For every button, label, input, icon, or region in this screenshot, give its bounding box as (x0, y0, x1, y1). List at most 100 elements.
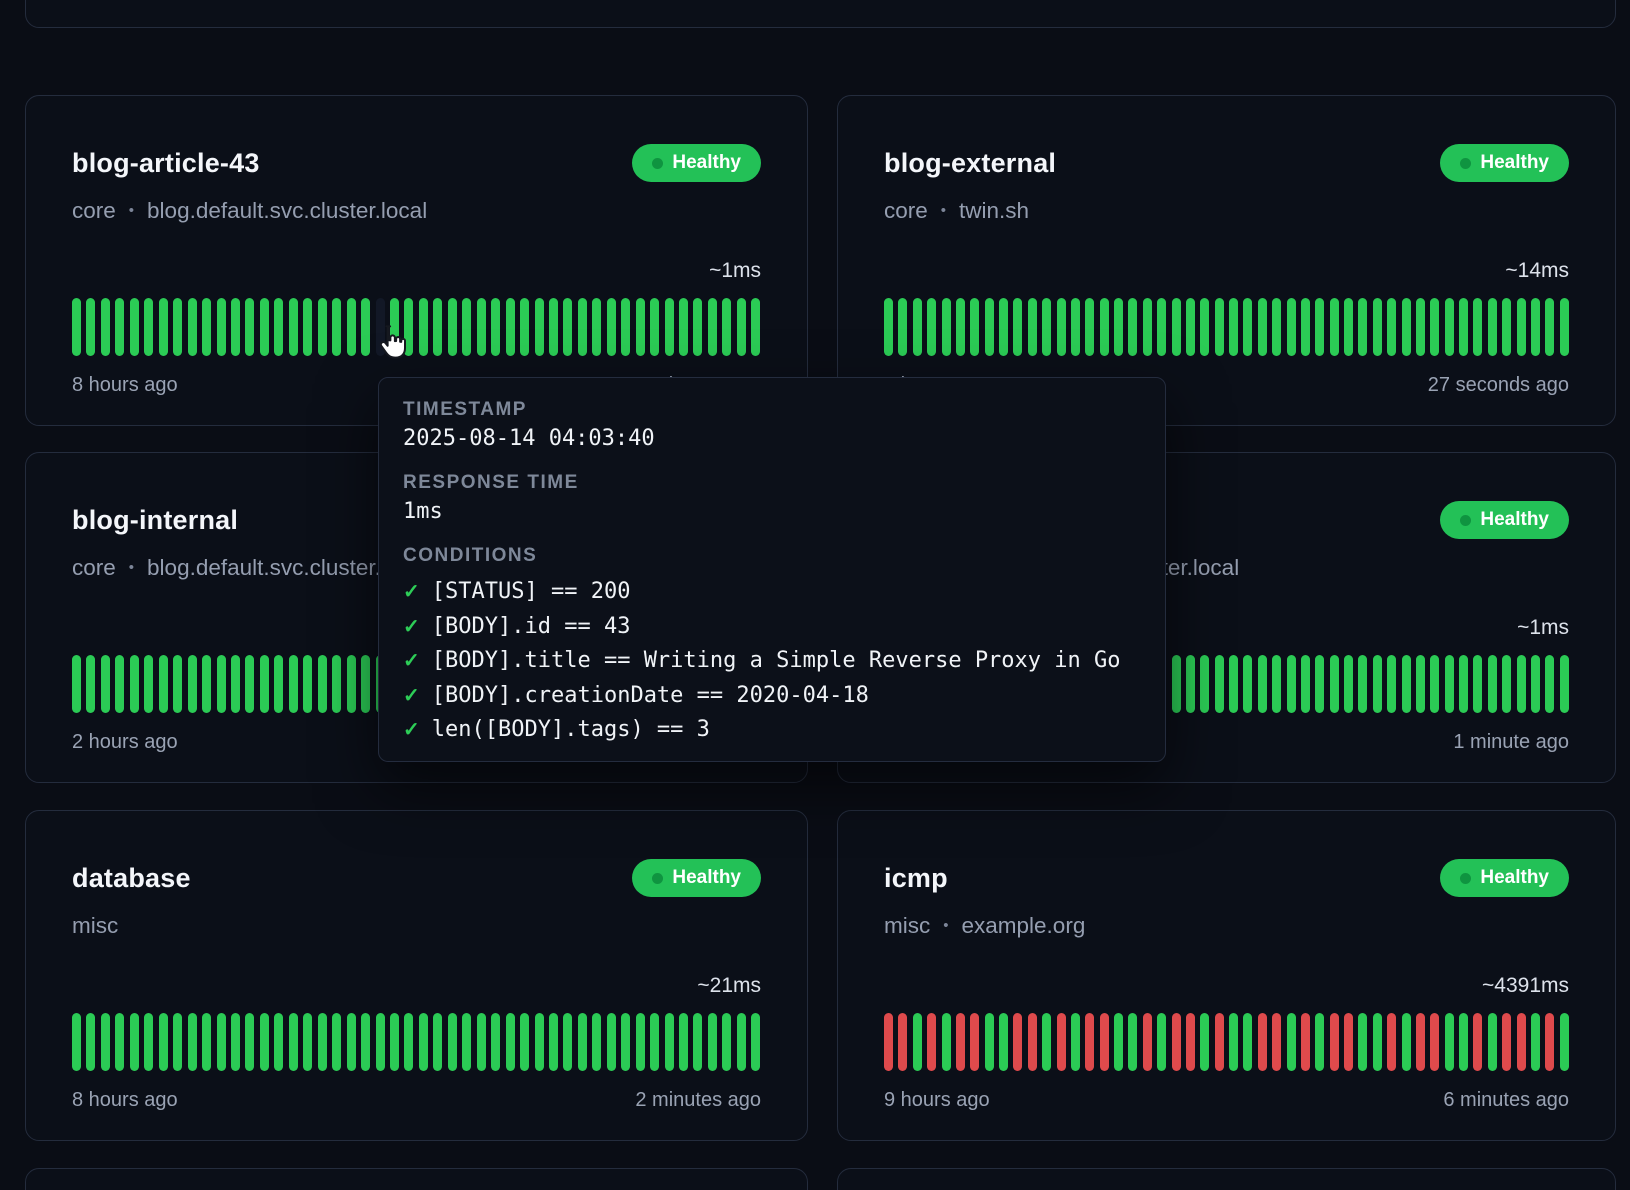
uptime-bar[interactable] (202, 298, 211, 356)
uptime-bar[interactable] (1545, 1013, 1554, 1071)
uptime-bars[interactable] (72, 1013, 761, 1071)
uptime-bar[interactable] (970, 1013, 979, 1071)
uptime-bar[interactable] (1085, 1013, 1094, 1071)
uptime-bar[interactable] (462, 1013, 471, 1071)
uptime-bar[interactable] (231, 655, 240, 713)
uptime-bar[interactable] (115, 298, 124, 356)
uptime-bar[interactable] (1200, 1013, 1209, 1071)
uptime-bar[interactable] (942, 298, 951, 356)
uptime-bar[interactable] (592, 298, 601, 356)
uptime-bar[interactable] (115, 655, 124, 713)
uptime-bar[interactable] (101, 1013, 110, 1071)
uptime-bar[interactable] (1057, 1013, 1066, 1071)
uptime-bar[interactable] (665, 1013, 674, 1071)
uptime-bar[interactable] (1416, 655, 1425, 713)
uptime-bar[interactable] (332, 298, 341, 356)
uptime-bar[interactable] (72, 1013, 81, 1071)
uptime-bar[interactable] (1258, 655, 1267, 713)
uptime-bar[interactable] (202, 655, 211, 713)
uptime-bar[interactable] (390, 1013, 399, 1071)
uptime-bar[interactable] (1229, 298, 1238, 356)
uptime-bar[interactable] (884, 298, 893, 356)
uptime-bar[interactable] (462, 298, 471, 356)
uptime-bar[interactable] (361, 1013, 370, 1071)
uptime-bar[interactable] (535, 298, 544, 356)
uptime-bar[interactable] (621, 298, 630, 356)
uptime-bar[interactable] (1172, 1013, 1181, 1071)
uptime-bar[interactable] (927, 298, 936, 356)
uptime-bar[interactable] (1488, 655, 1497, 713)
uptime-bar[interactable] (1243, 298, 1252, 356)
uptime-bar[interactable] (448, 298, 457, 356)
uptime-bar[interactable] (650, 298, 659, 356)
uptime-bar[interactable] (491, 1013, 500, 1071)
uptime-bar[interactable] (1344, 1013, 1353, 1071)
uptime-bar[interactable] (693, 298, 702, 356)
service-card-partial[interactable] (25, 1168, 808, 1190)
uptime-bar[interactable] (1344, 298, 1353, 356)
uptime-bar[interactable] (1128, 1013, 1137, 1071)
uptime-bar[interactable] (549, 298, 558, 356)
uptime-bar[interactable] (404, 298, 413, 356)
uptime-bar[interactable] (289, 655, 298, 713)
uptime-bar[interactable] (1358, 655, 1367, 713)
uptime-bar[interactable] (1402, 298, 1411, 356)
uptime-bar[interactable] (506, 298, 515, 356)
uptime-bar[interactable] (173, 1013, 182, 1071)
uptime-bar[interactable] (1488, 298, 1497, 356)
uptime-bar[interactable] (1272, 1013, 1281, 1071)
uptime-bar[interactable] (217, 1013, 226, 1071)
uptime-bar[interactable] (245, 1013, 254, 1071)
uptime-bar[interactable] (361, 298, 370, 356)
uptime-bar[interactable] (1200, 655, 1209, 713)
uptime-bar[interactable] (1430, 655, 1439, 713)
uptime-bar[interactable] (1517, 1013, 1526, 1071)
uptime-bar[interactable] (1085, 298, 1094, 356)
uptime-bar[interactable] (101, 298, 110, 356)
uptime-bar[interactable] (1186, 298, 1195, 356)
uptime-bar[interactable] (506, 1013, 515, 1071)
uptime-bar[interactable] (245, 655, 254, 713)
uptime-bar[interactable] (650, 1013, 659, 1071)
uptime-bar[interactable] (390, 298, 399, 356)
uptime-bar[interactable] (1531, 298, 1540, 356)
uptime-bar[interactable] (130, 1013, 139, 1071)
uptime-bar[interactable] (1330, 655, 1339, 713)
uptime-bar[interactable] (1157, 1013, 1166, 1071)
uptime-bar[interactable] (289, 298, 298, 356)
uptime-bar[interactable] (289, 1013, 298, 1071)
uptime-bar[interactable] (592, 1013, 601, 1071)
uptime-bar[interactable] (318, 298, 327, 356)
uptime-bar[interactable] (999, 298, 1008, 356)
uptime-bar[interactable] (520, 1013, 529, 1071)
uptime-bar[interactable] (913, 1013, 922, 1071)
uptime-bar[interactable] (245, 298, 254, 356)
uptime-bar[interactable] (956, 298, 965, 356)
uptime-bar[interactable] (549, 1013, 558, 1071)
uptime-bar[interactable] (1473, 655, 1482, 713)
uptime-bar[interactable] (1215, 298, 1224, 356)
uptime-bar[interactable] (751, 1013, 760, 1071)
uptime-bar[interactable] (578, 1013, 587, 1071)
uptime-bar[interactable] (1301, 655, 1310, 713)
uptime-bar[interactable] (101, 655, 110, 713)
uptime-bar[interactable] (419, 298, 428, 356)
uptime-bar[interactable] (751, 298, 760, 356)
uptime-bar[interactable] (1430, 298, 1439, 356)
uptime-bar[interactable] (1545, 298, 1554, 356)
uptime-bar[interactable] (260, 655, 269, 713)
uptime-bar[interactable] (433, 298, 442, 356)
uptime-bar[interactable] (1071, 1013, 1080, 1071)
uptime-bar[interactable] (1143, 1013, 1152, 1071)
uptime-bars[interactable] (72, 298, 761, 356)
uptime-bar[interactable] (1013, 1013, 1022, 1071)
uptime-bar[interactable] (1502, 1013, 1511, 1071)
uptime-bar[interactable] (1258, 1013, 1267, 1071)
uptime-bar[interactable] (448, 1013, 457, 1071)
uptime-bar[interactable] (332, 655, 341, 713)
uptime-bar[interactable] (1416, 1013, 1425, 1071)
uptime-bar[interactable] (1143, 298, 1152, 356)
uptime-bar[interactable] (404, 1013, 413, 1071)
uptime-bar[interactable] (318, 1013, 327, 1071)
uptime-bar[interactable] (679, 1013, 688, 1071)
